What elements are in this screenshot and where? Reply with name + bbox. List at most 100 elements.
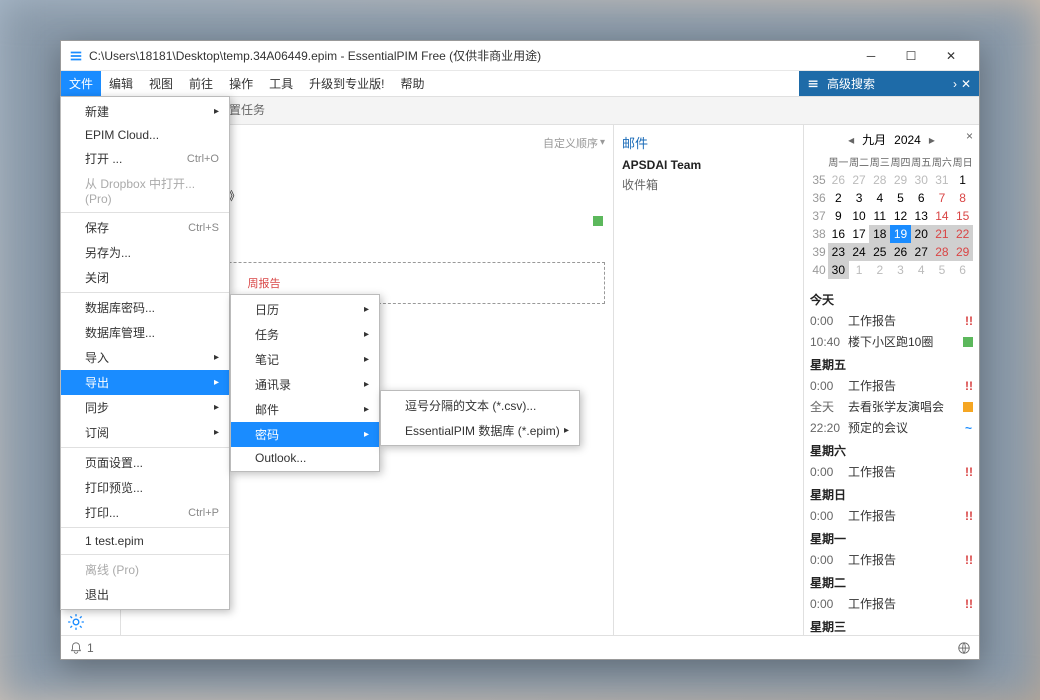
cal-day[interactable]: 19 [890, 225, 911, 243]
menu-item[interactable]: 日历▸ [231, 297, 379, 322]
menu-文件[interactable]: 文件 [61, 71, 101, 96]
agenda-row[interactable]: 0:00工作报告!! [810, 593, 973, 614]
menu-item[interactable]: 打开 ...Ctrl+O [61, 146, 229, 171]
cal-day[interactable]: 10 [849, 207, 870, 225]
agenda-row[interactable]: 0:00工作报告!! [810, 461, 973, 482]
cal-month[interactable]: 九月 [862, 131, 886, 148]
cal-day[interactable]: 29 [890, 171, 911, 189]
cal-day[interactable]: 25 [869, 243, 890, 261]
cal-day[interactable]: 26 [828, 171, 849, 189]
menu-视图[interactable]: 视图 [141, 71, 181, 96]
cal-day[interactable]: 26 [890, 243, 911, 261]
cal-day[interactable]: 24 [849, 243, 870, 261]
menu-item[interactable]: 导入▸ [61, 345, 229, 370]
cal-day[interactable]: 1 [849, 261, 870, 279]
cal-year[interactable]: 2024 [894, 133, 921, 147]
menu-前往[interactable]: 前往 [181, 71, 221, 96]
menu-item[interactable]: 逗号分隔的文本 (*.csv)... [381, 393, 579, 418]
menu-item[interactable]: 页面设置... [61, 450, 229, 475]
menu-item[interactable]: 数据库管理... [61, 320, 229, 345]
cal-day[interactable]: 7 [932, 189, 953, 207]
agenda-row[interactable]: 0:00工作报告!! [810, 310, 973, 331]
maximize-button[interactable]: ☐ [891, 42, 931, 70]
cal-day[interactable]: 30 [911, 171, 932, 189]
cal-day[interactable]: 3 [849, 189, 870, 207]
cal-day[interactable]: 28 [932, 243, 953, 261]
cal-prev-button[interactable]: ◂ [848, 133, 854, 147]
close-button[interactable]: ✕ [931, 42, 971, 70]
cal-day[interactable]: 11 [869, 207, 890, 225]
cal-day[interactable]: 30 [828, 261, 849, 279]
mail-inbox[interactable]: 收件箱 [622, 176, 795, 193]
cal-day[interactable]: 17 [849, 225, 870, 243]
gear-icon[interactable] [67, 613, 85, 631]
globe-icon[interactable] [957, 641, 971, 655]
cal-day[interactable]: 4 [869, 189, 890, 207]
agenda-row[interactable]: 10:40楼下小区跑10圈 [810, 331, 973, 352]
tasks-sort[interactable]: 自定义顺序 [543, 135, 598, 151]
menu-item[interactable]: 打印...Ctrl+P [61, 500, 229, 525]
cal-day[interactable]: 12 [890, 207, 911, 225]
cal-day[interactable]: 18 [869, 225, 890, 243]
cal-day[interactable]: 5 [932, 261, 953, 279]
cal-day[interactable]: 29 [952, 243, 973, 261]
menu-item[interactable]: 新建▸ [61, 99, 229, 124]
menu-item[interactable]: 保存Ctrl+S [61, 215, 229, 240]
cal-day[interactable]: 20 [911, 225, 932, 243]
menu-升级到专业版![interactable]: 升级到专业版! [301, 71, 392, 96]
dropdown-icon[interactable]: ▾ [600, 137, 605, 148]
mail-account[interactable]: APSDAI Team [622, 158, 795, 172]
menu-item[interactable]: 另存为... [61, 240, 229, 265]
cal-day[interactable]: 8 [952, 189, 973, 207]
menu-操作[interactable]: 操作 [221, 71, 261, 96]
cal-day[interactable]: 4 [911, 261, 932, 279]
menu-item[interactable]: 关闭 [61, 265, 229, 290]
cal-day[interactable]: 16 [828, 225, 849, 243]
cal-day[interactable]: 6 [952, 261, 973, 279]
cal-close-button[interactable]: × [966, 129, 973, 143]
agenda-row[interactable]: 全天去看张学友演唱会 [810, 396, 973, 417]
cal-day[interactable]: 9 [828, 207, 849, 225]
menu-item[interactable]: 退出 [61, 582, 229, 607]
cal-day[interactable]: 14 [932, 207, 953, 225]
menu-item[interactable]: 任务▸ [231, 322, 379, 347]
menu-工具[interactable]: 工具 [261, 71, 301, 96]
cal-day[interactable]: 2 [828, 189, 849, 207]
menu-item[interactable]: 同步▸ [61, 395, 229, 420]
cal-day[interactable]: 1 [952, 171, 973, 189]
agenda-row[interactable]: 0:00工作报告!! [810, 549, 973, 570]
menu-item[interactable]: EssentialPIM 数据库 (*.epim)▸ [381, 418, 579, 443]
bell-icon[interactable] [69, 641, 83, 655]
cal-day[interactable]: 31 [932, 171, 953, 189]
menu-item[interactable]: 密码▸ [231, 422, 379, 447]
cal-day[interactable]: 5 [890, 189, 911, 207]
agenda-row[interactable]: 22:20预定的会议~ [810, 417, 973, 438]
cal-day[interactable]: 21 [932, 225, 953, 243]
cal-day[interactable]: 27 [849, 171, 870, 189]
menu-item[interactable]: 1 test.epim [61, 530, 229, 552]
cal-day[interactable]: 6 [911, 189, 932, 207]
cal-day[interactable]: 28 [869, 171, 890, 189]
minimize-button[interactable]: ─ [851, 42, 891, 70]
cal-day[interactable]: 3 [890, 261, 911, 279]
menu-item[interactable]: 导出▸ [61, 370, 229, 395]
menu-帮助[interactable]: 帮助 [392, 71, 432, 96]
menu-item[interactable]: 通讯录▸ [231, 372, 379, 397]
menu-item[interactable]: 订阅▸ [61, 420, 229, 445]
menu-编辑[interactable]: 编辑 [101, 71, 141, 96]
cal-day[interactable]: 23 [828, 243, 849, 261]
menu-item[interactable]: 数据库密码... [61, 295, 229, 320]
cal-day[interactable]: 2 [869, 261, 890, 279]
cal-day[interactable]: 22 [952, 225, 973, 243]
agenda-row[interactable]: 0:00工作报告!! [810, 505, 973, 526]
menu-item[interactable]: 笔记▸ [231, 347, 379, 372]
cal-day[interactable]: 27 [911, 243, 932, 261]
menu-item[interactable]: 邮件▸ [231, 397, 379, 422]
menu-item[interactable]: EPIM Cloud... [61, 124, 229, 146]
menu-item[interactable]: 打印预览... [61, 475, 229, 500]
search-box[interactable]: 高级搜索›✕ [799, 71, 979, 96]
cal-day[interactable]: 15 [952, 207, 973, 225]
cal-day[interactable]: 13 [911, 207, 932, 225]
cal-next-button[interactable]: ▸ [929, 133, 935, 147]
agenda-row[interactable]: 0:00工作报告!! [810, 375, 973, 396]
